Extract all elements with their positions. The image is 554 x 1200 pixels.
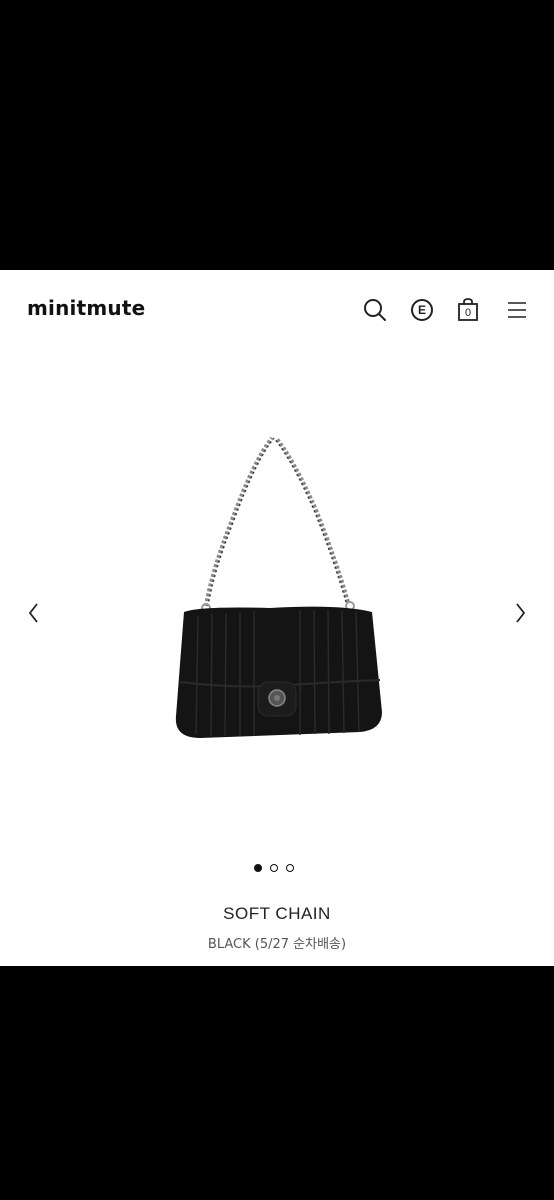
carousel-pagination xyxy=(254,864,294,876)
e-badge-label: E xyxy=(411,299,433,321)
product-image xyxy=(150,420,404,750)
brand-logo[interactable]: minitmute xyxy=(27,296,145,320)
carousel-dot-3[interactable] xyxy=(286,864,294,872)
e-badge-icon[interactable]: E xyxy=(409,297,435,323)
product-option: BLACK (5/27 순차배송) xyxy=(207,937,347,952)
product-page: minitmute E 0 SOFT CHAIN BLACK (5/27 순차배… xyxy=(0,270,554,966)
cart-count: 0 xyxy=(464,307,472,319)
bottom-letterbox xyxy=(0,966,554,1200)
shopping-bag-icon[interactable]: 0 xyxy=(455,297,481,323)
site-header: minitmute E 0 xyxy=(0,270,554,350)
product-name: SOFT CHAIN xyxy=(223,904,331,923)
top-letterbox xyxy=(0,0,554,270)
menu-icon[interactable] xyxy=(504,297,530,323)
search-icon[interactable] xyxy=(362,297,388,323)
chevron-left-icon[interactable] xyxy=(22,598,46,628)
chevron-right-icon[interactable] xyxy=(508,598,532,628)
carousel-dot-1[interactable] xyxy=(254,864,262,872)
carousel-dot-2[interactable] xyxy=(270,864,278,872)
